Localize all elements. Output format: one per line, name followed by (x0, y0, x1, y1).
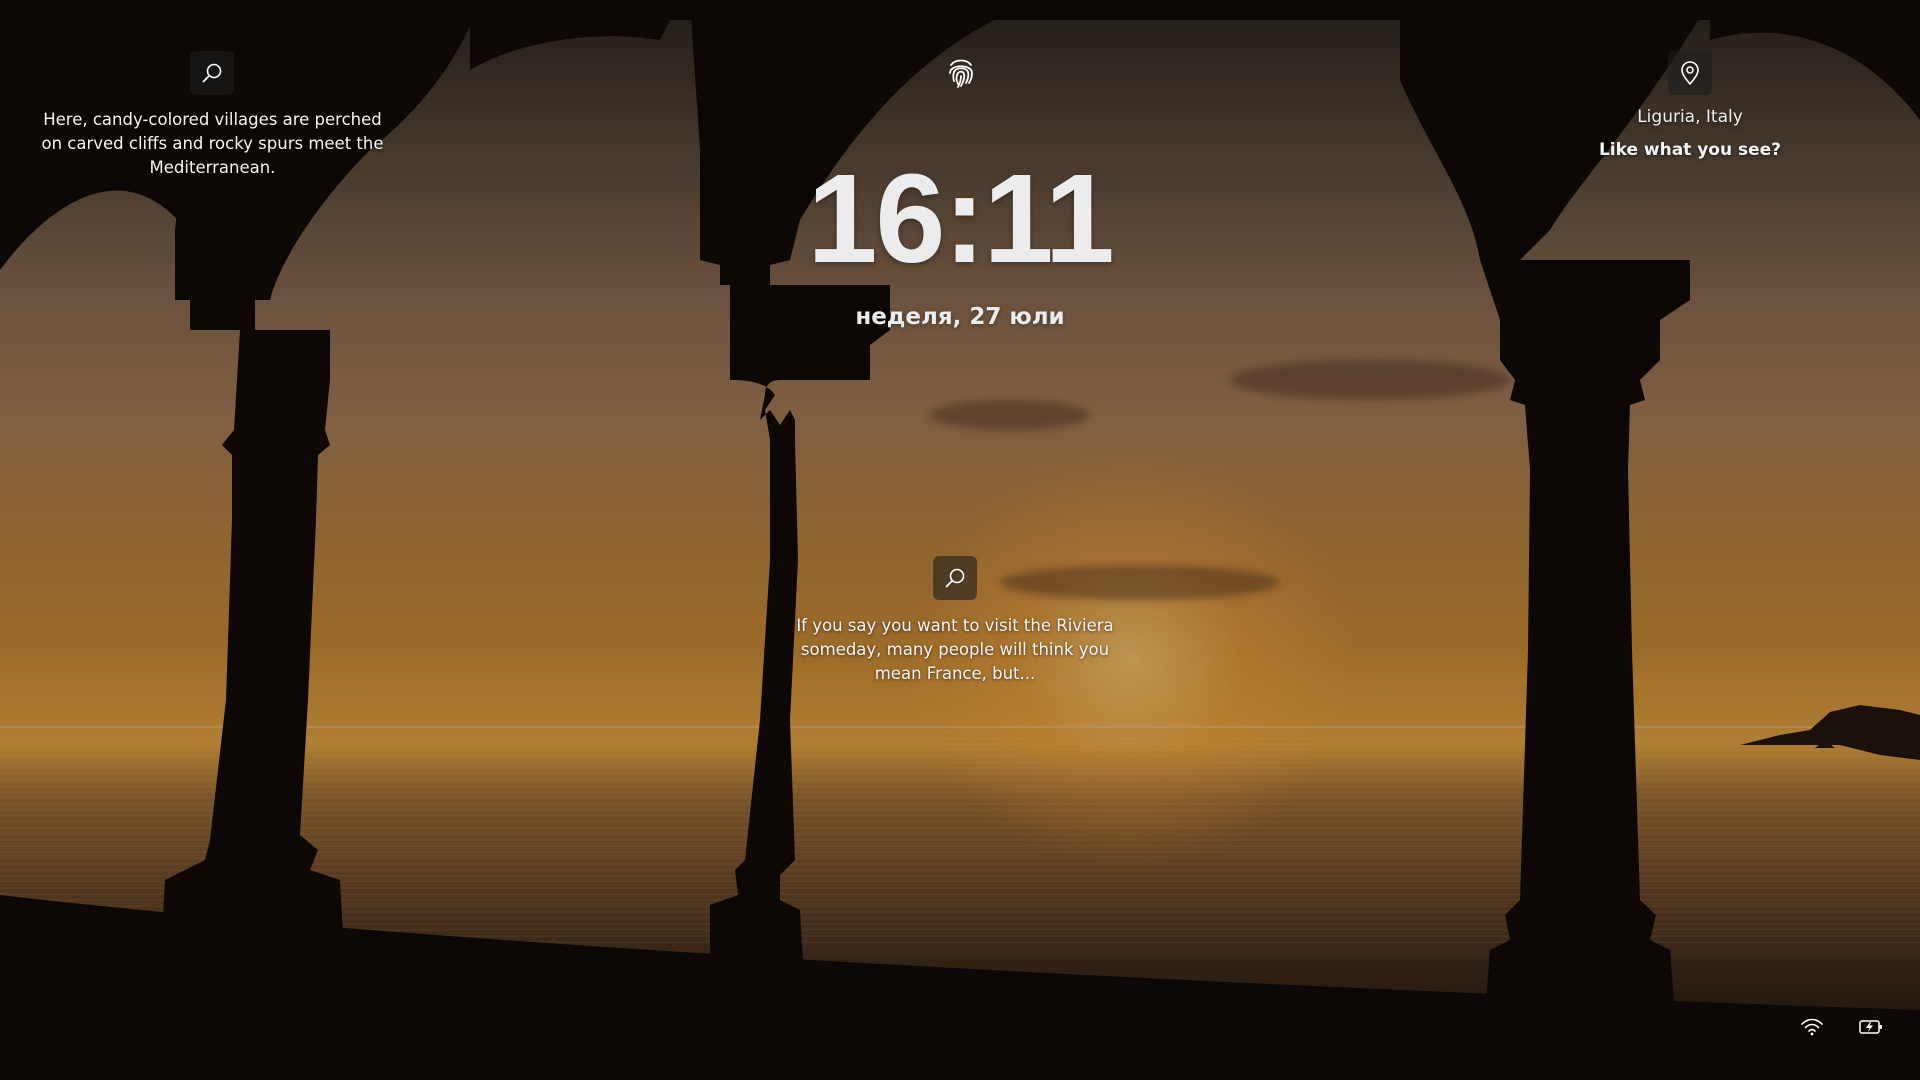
wifi-icon[interactable] (1800, 1017, 1824, 1037)
search-icon (945, 568, 965, 588)
search-icon (202, 63, 222, 83)
location-name: Liguria, Italy (1637, 107, 1743, 127)
clock-time: 16:11 (807, 148, 1114, 289)
location-button[interactable] (1668, 51, 1712, 95)
center-search-button[interactable] (933, 556, 977, 600)
like-what-you-see-link[interactable]: Like what you see? (1540, 140, 1840, 160)
lock-screen[interactable]: Here, candy-colored villages are perched… (0, 0, 1920, 1080)
top-left-spotlight-caption[interactable]: Here, candy-colored villages are perched… (40, 108, 385, 180)
battery-charging-icon[interactable] (1858, 1018, 1884, 1036)
fingerprint-icon (949, 59, 973, 88)
top-left-search-button[interactable] (190, 51, 234, 95)
center-spotlight-caption[interactable]: If you say you want to visit the Riviera… (795, 614, 1115, 686)
clock-date: неделя, 27 юли (855, 304, 1065, 330)
location-pin-icon (1681, 61, 1699, 85)
